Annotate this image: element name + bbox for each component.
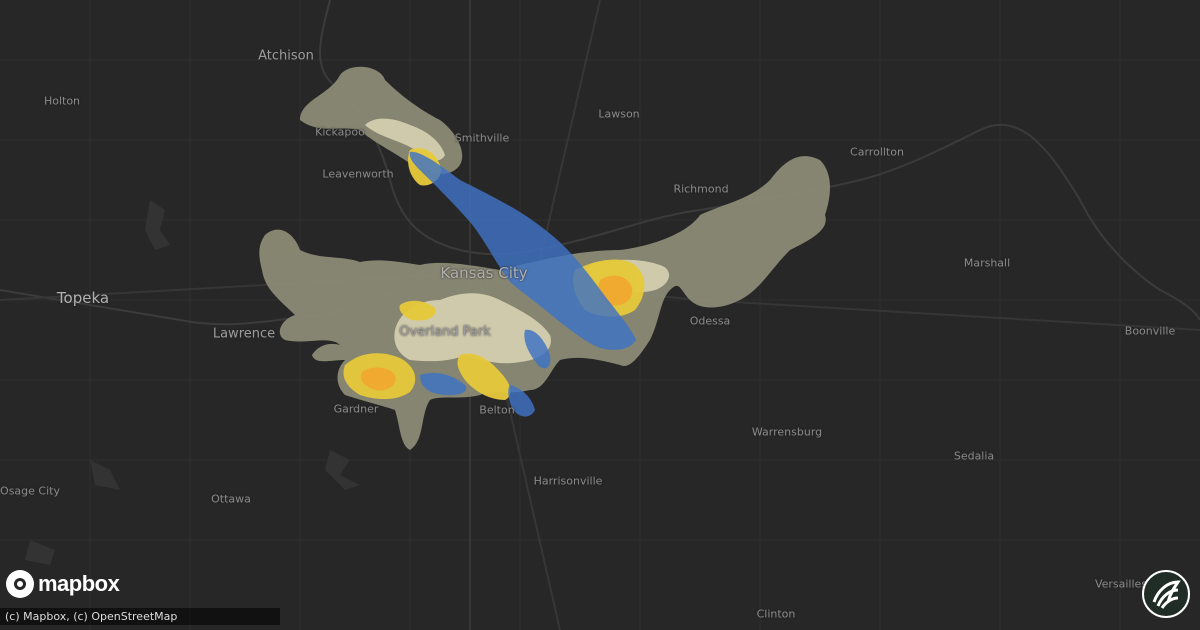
city-label-osage-city: Osage City xyxy=(0,484,60,498)
city-label-boonville: Boonville xyxy=(1124,324,1176,338)
city-label-atchison: Atchison xyxy=(258,48,314,64)
mapbox-logo-text: mapbox xyxy=(38,571,120,596)
city-label-carrollton: Carrollton xyxy=(850,145,904,159)
city-label-topeka: Topeka xyxy=(56,289,110,307)
storm-swaths xyxy=(259,66,830,450)
city-label-overland-park: Overland Park xyxy=(399,324,491,340)
city-label-ottawa: Ottawa xyxy=(211,492,251,506)
city-label-marshall: Marshall xyxy=(963,256,1011,270)
city-label-richmond: Richmond xyxy=(673,182,729,196)
city-label-belton: Belton xyxy=(479,403,515,417)
city-label-lawrence: Lawrence xyxy=(212,326,276,342)
city-label-warrensburg: Warrensburg xyxy=(751,425,823,439)
city-label-leavenworth: Leavenworth xyxy=(322,167,394,181)
city-label-odessa: Odessa xyxy=(689,314,731,328)
city-label-smithville: Smithville xyxy=(454,131,510,145)
city-label-kickapoo: Kickapoo xyxy=(315,125,365,139)
city-label-versailles: Versailles xyxy=(1094,577,1148,591)
city-label-clinton: Clinton xyxy=(756,607,796,621)
city-label-sedalia: Sedalia xyxy=(953,449,995,463)
storm-map[interactable]: Atchison Holton Kickapoo Smithville Laws… xyxy=(0,0,1200,630)
city-label-lawson: Lawson xyxy=(598,107,640,121)
mapbox-logo[interactable]: mapbox xyxy=(6,570,120,598)
map-canvas[interactable] xyxy=(0,0,1200,630)
city-label-harrisonville: Harrisonville xyxy=(533,474,603,488)
city-label-gardner: Gardner xyxy=(333,402,379,416)
map-attribution[interactable]: (c) Mapbox, (c) OpenStreetMap xyxy=(0,608,280,625)
mapbox-logo-icon xyxy=(6,570,34,598)
city-label-holton: Holton xyxy=(43,94,81,108)
city-label-kansas-city: Kansas City xyxy=(440,264,528,282)
brand-logo-icon xyxy=(1142,570,1190,618)
